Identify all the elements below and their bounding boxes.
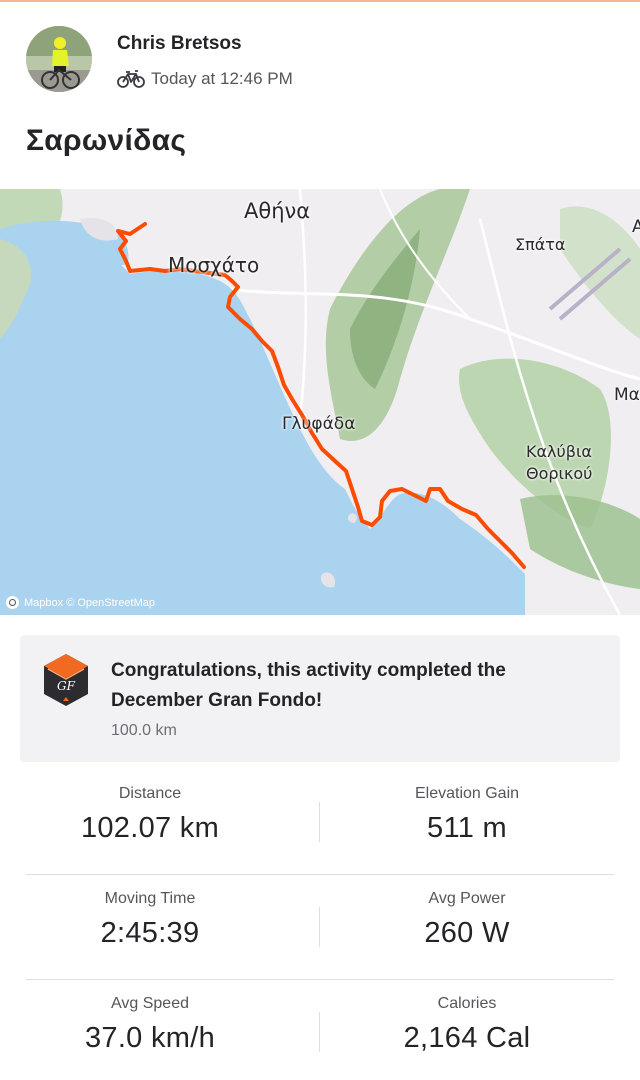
stat-value: 102.07 km [80, 812, 220, 844]
stat-value: 2:45:39 [100, 917, 200, 949]
stat-label: Distance [118, 785, 182, 802]
stat-label: Moving Time [104, 890, 196, 907]
stat-value: 260 W [424, 917, 510, 949]
stat-row: Distance 102.07 km Elevation Gain 511 m [26, 770, 614, 875]
stat-value: 511 m [427, 812, 507, 844]
stat-row: Avg Speed 37.0 km/h Calories 2,164 Cal [26, 980, 614, 1080]
map-label-edge-a: Α [632, 217, 640, 237]
activity-meta: Today at 12:46 PM [117, 66, 293, 92]
map-attribution[interactable]: Mapbox © OpenStreetMap [6, 596, 155, 609]
stat-moving-time: Moving Time 2:45:39 [0, 875, 300, 980]
stat-value: 37.0 km/h [84, 1022, 216, 1054]
achievement-distance: 100.0 km [111, 722, 177, 739]
badge-letter: GF [57, 679, 76, 693]
stat-row: Moving Time 2:45:39 Avg Power 260 W [26, 875, 614, 980]
map-attribution-text: Mapbox © OpenStreetMap [24, 596, 156, 609]
mapbox-logo-icon [6, 596, 19, 609]
map-label-spata: Σπάτα [515, 235, 566, 254]
activity-title[interactable]: Σαρωνίδας [26, 124, 186, 158]
activity-timestamp: Today at 12:46 PM [151, 69, 293, 88]
stat-avg-power: Avg Power 260 W [320, 875, 614, 980]
gran-fondo-badge-icon: GF [42, 653, 90, 707]
stat-elevation-gain: Elevation Gain 511 m [320, 770, 614, 875]
stat-distance: Distance 102.07 km [0, 770, 300, 875]
map-label-kalyvia-line1: Καλύβια [526, 442, 592, 461]
stat-value: 2,164 Cal [403, 1022, 531, 1054]
map-label-athina: Αθήνα [244, 199, 311, 223]
map-label-edge-m: Μα [614, 385, 640, 405]
activity-header: Chris Bretsos Today at 12:46 PM Σαρωνίδα… [0, 0, 640, 185]
map-label-glyfada: Γλυφάδα [282, 414, 356, 434]
stat-label: Avg Speed [111, 995, 189, 1012]
achievement-card[interactable]: GF Congratulations, this activity comple… [20, 635, 620, 762]
stat-label: Elevation Gain [414, 785, 520, 802]
map-label-moschato: Μοσχάτο [168, 253, 260, 277]
activity-stats: Distance 102.07 km Elevation Gain 511 m … [26, 770, 614, 1080]
route-map[interactable]: Αθήνα Μοσχάτο Σπάτα Γλυφάδα Καλύβια Θορι… [0, 189, 640, 615]
athlete-name[interactable]: Chris Bretsos [117, 33, 242, 55]
stat-calories: Calories 2,164 Cal [320, 980, 614, 1080]
bike-icon [117, 69, 145, 89]
achievement-message: Congratulations, this activity completed… [111, 660, 506, 711]
map-label-kalyvia: Καλύβια Θορικού [526, 441, 592, 485]
stat-label: Calories [437, 995, 497, 1012]
stat-label: Avg Power [428, 890, 506, 907]
stat-avg-speed: Avg Speed 37.0 km/h [0, 980, 300, 1080]
map-label-kalyvia-line2: Θορικού [526, 464, 593, 483]
athlete-avatar[interactable] [26, 26, 92, 92]
